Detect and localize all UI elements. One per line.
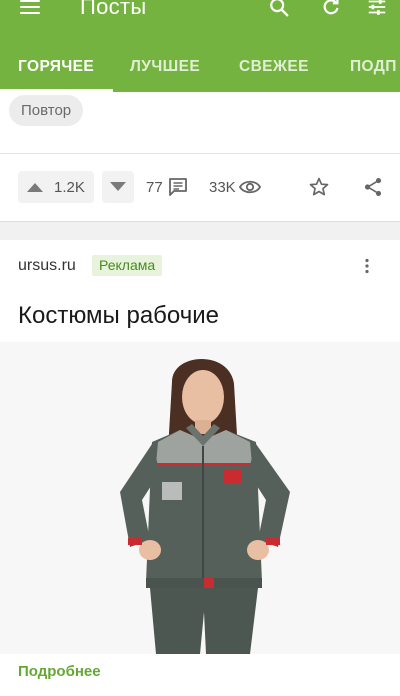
- filter-icon[interactable]: [366, 0, 388, 18]
- rating-count: 1.2K: [54, 179, 85, 196]
- eye-icon: [239, 180, 261, 194]
- feed-tabs: ГОРЯЧЕЕ ЛУЧШЕЕ СВЕЖЕЕ ПОДП: [0, 52, 400, 92]
- tab-hot[interactable]: ГОРЯЧЕЕ: [18, 58, 94, 76]
- woman-in-work-suit-illustration: [0, 342, 400, 654]
- arrow-down-icon: [110, 182, 126, 191]
- arrow-up-icon: [27, 183, 43, 192]
- tab-subscriptions[interactable]: ПОДП: [350, 58, 397, 76]
- ad-badge: Реклама: [92, 255, 163, 276]
- tab-fresh[interactable]: СВЕЖЕЕ: [239, 58, 309, 76]
- comments-count: 77: [146, 179, 163, 196]
- toolbar: Посты: [0, 0, 400, 26]
- menu-icon[interactable]: [20, 0, 40, 14]
- comment-icon[interactable]: [168, 177, 188, 197]
- post-actions-bar: 1.2K 77 33K: [0, 171, 400, 205]
- more-vertical-icon[interactable]: [364, 258, 370, 274]
- search-icon[interactable]: [268, 0, 290, 18]
- divider: [0, 153, 400, 154]
- star-icon[interactable]: [308, 176, 330, 198]
- ad-image[interactable]: [0, 342, 400, 654]
- ad-title[interactable]: Костюмы рабочие: [18, 302, 219, 330]
- upvote-button[interactable]: 1.2K: [18, 171, 94, 203]
- post-separator: [0, 221, 400, 240]
- page-title: Посты: [80, 0, 147, 19]
- share-icon[interactable]: [362, 176, 384, 198]
- refresh-icon[interactable]: [320, 0, 342, 18]
- active-tab-indicator: [0, 89, 113, 92]
- post-tag-chip[interactable]: Повтор: [9, 95, 84, 126]
- downvote-button[interactable]: [102, 171, 134, 203]
- tab-best[interactable]: ЛУЧШЕЕ: [130, 58, 200, 76]
- views-count: 33K: [209, 179, 236, 196]
- ad-source-domain[interactable]: ursus.ru: [18, 257, 76, 275]
- ad-details-link[interactable]: Подробнее: [18, 663, 101, 680]
- app-bar: Посты ГОРЯЧЕЕ ЛУЧШЕЕ СВЕЖЕЕ ПОДП: [0, 0, 400, 92]
